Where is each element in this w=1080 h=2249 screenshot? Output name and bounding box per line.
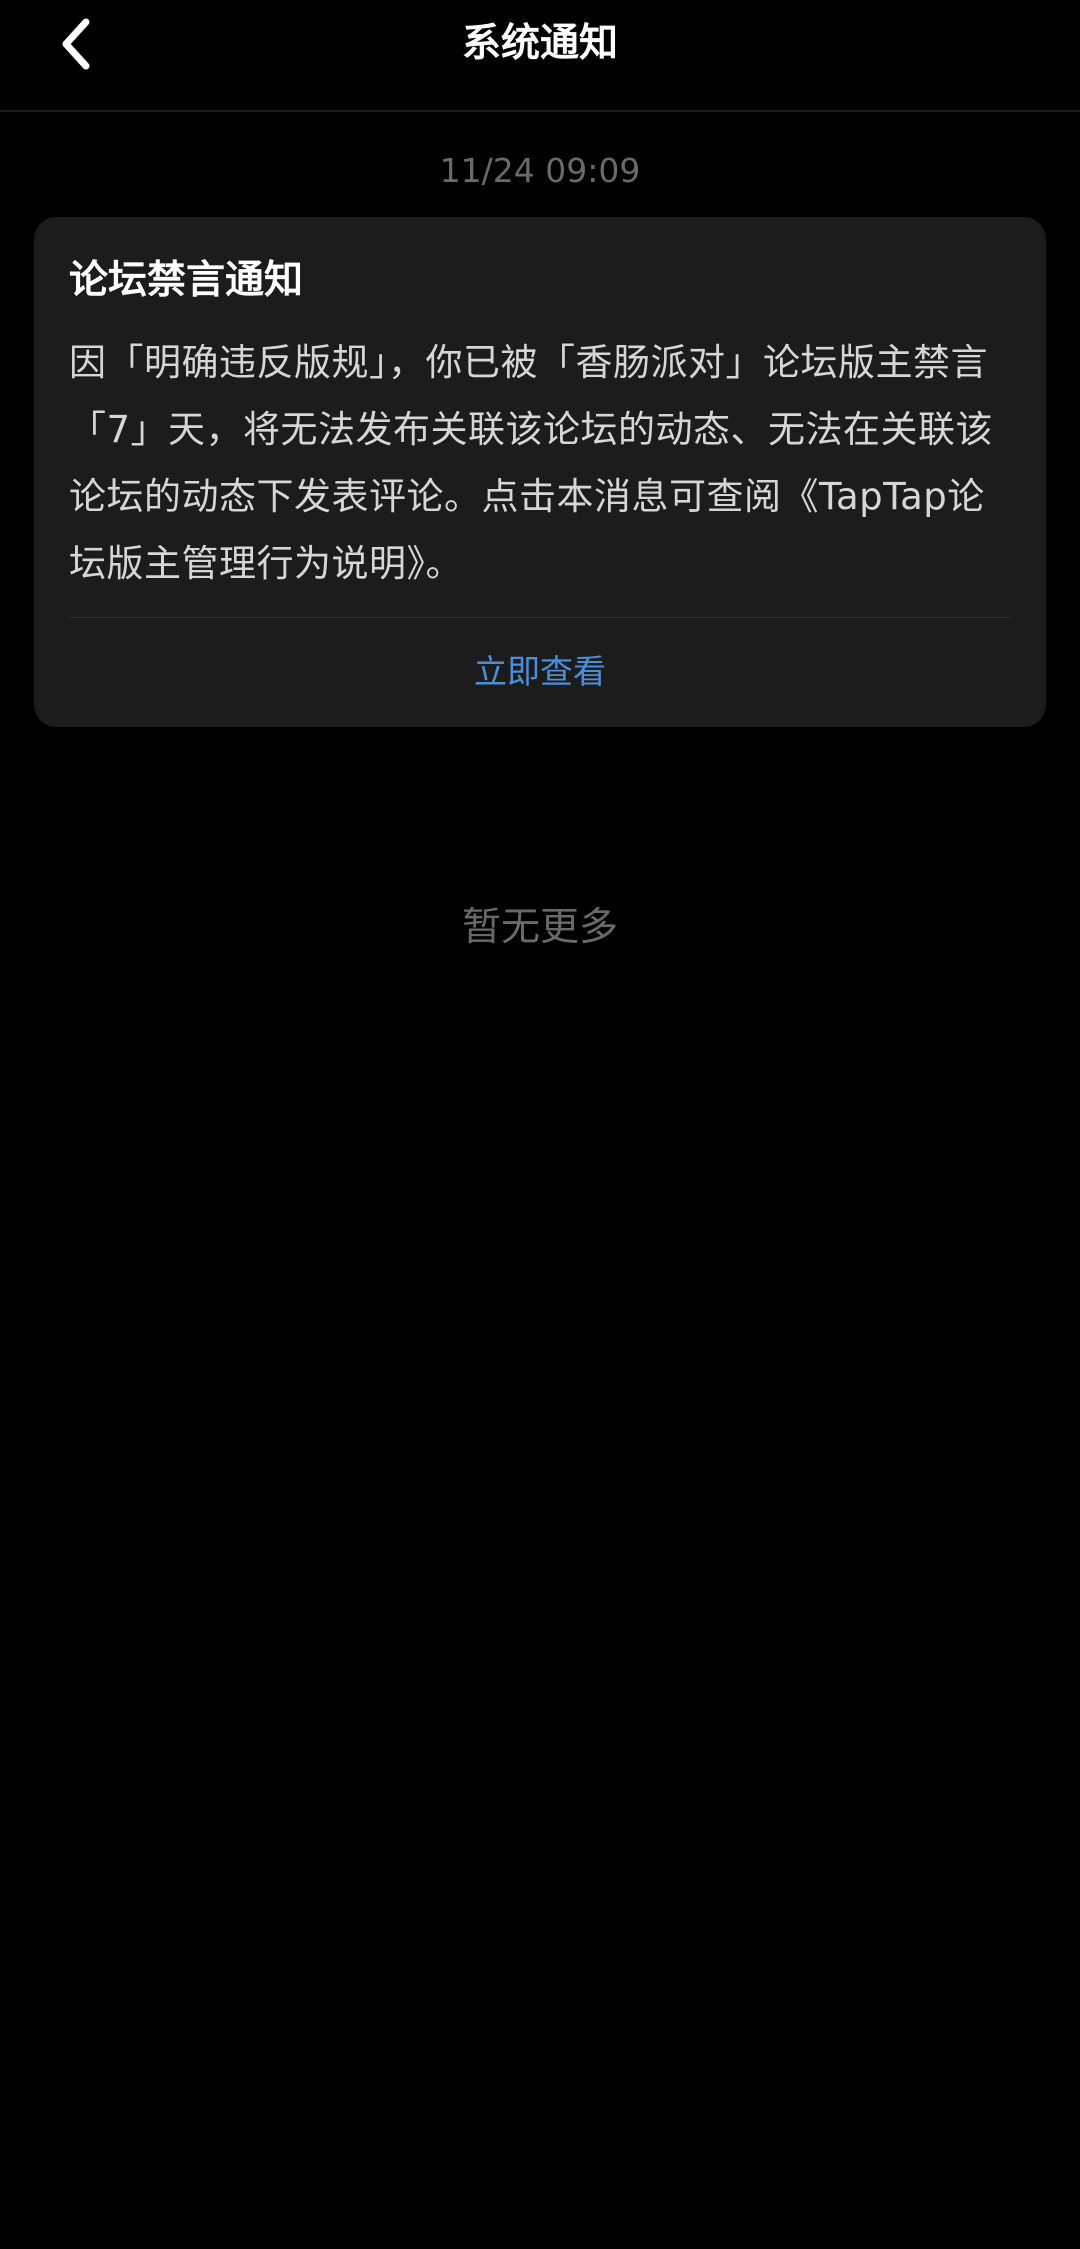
no-more-text: 暂无更多 — [461, 905, 618, 950]
notification-card[interactable]: 论坛禁言通知 因「明确违反版规」，你已被「香肠派对」论坛版主禁言「7」天，将无法… — [34, 217, 1046, 727]
top-nav-bar: 系统通知 — [0, 0, 1080, 112]
view-now-button[interactable]: 立即查看 — [34, 649, 1046, 695]
notification-body: 因「明确违反版规」，你已被「香肠派对」论坛版主禁言「7」天，将无法发布关联该论坛… — [69, 341, 994, 585]
card-divider — [69, 617, 1011, 618]
message-timestamp: 11/24 09:09 — [439, 151, 641, 190]
page-title: 系统通知 — [461, 21, 618, 66]
notification-title: 论坛禁言通知 — [69, 258, 304, 303]
